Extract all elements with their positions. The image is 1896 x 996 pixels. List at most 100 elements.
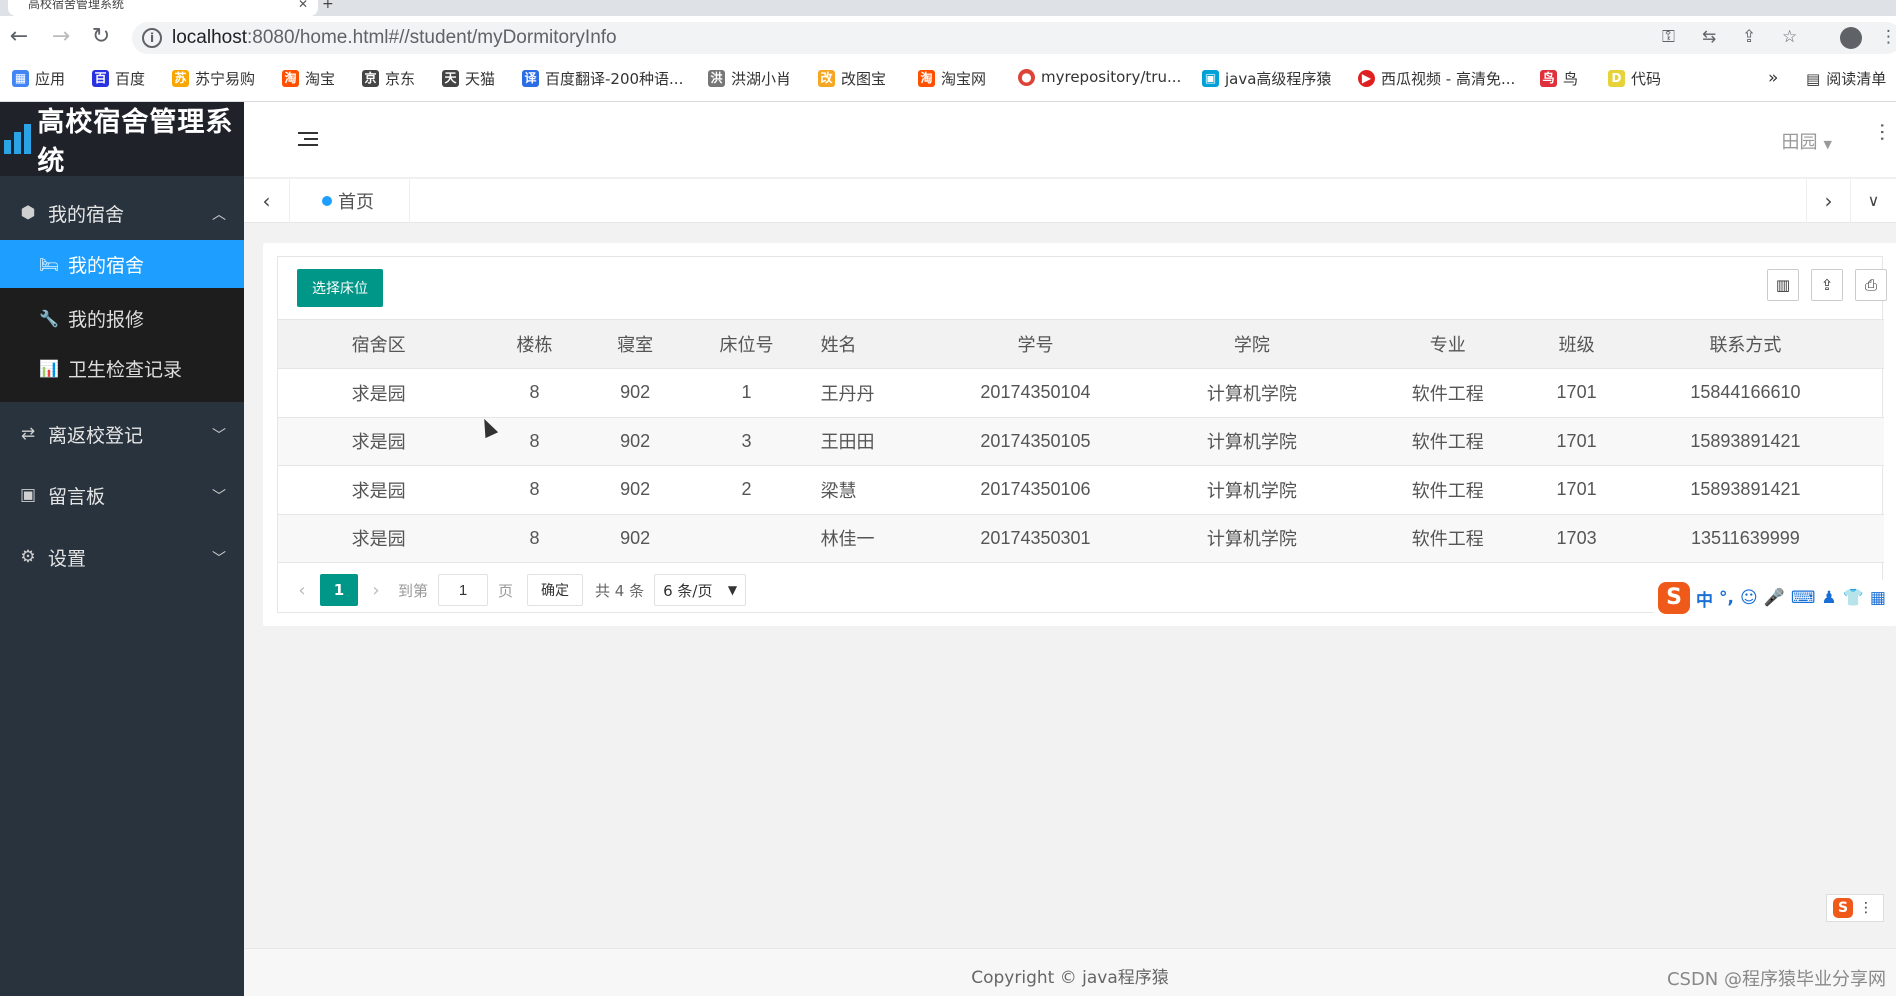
reading-list-icon: ▤ bbox=[1806, 69, 1821, 88]
share-icon[interactable]: ⇪ bbox=[1742, 27, 1756, 47]
wrench-icon: 🔧 bbox=[39, 308, 59, 328]
translate-icon: 译 bbox=[522, 70, 539, 87]
print-icon[interactable]: ⎙ bbox=[1855, 269, 1887, 301]
chevron-right-icon[interactable]: › bbox=[1806, 179, 1850, 223]
column-header[interactable]: 楼栋 bbox=[479, 320, 590, 369]
menu-group-my-dorm[interactable]: ⬢ 我的宿舍 ︿ bbox=[0, 184, 244, 242]
table-row[interactable]: 求是园 8 902 3 王田田 20174350105 计算机学院 软件工程 1… bbox=[278, 417, 1884, 466]
ime-mini-bar[interactable]: S ⋮ bbox=[1826, 894, 1884, 922]
column-header[interactable]: 学院 bbox=[1154, 320, 1350, 369]
bookmark-item[interactable]: ● myrepository/tru... bbox=[1018, 68, 1181, 86]
csdn-watermark: CSDN @程序猿毕业分享网 bbox=[1666, 969, 1886, 990]
goto-label: 到第 bbox=[398, 581, 429, 600]
column-header[interactable]: 床位号 bbox=[680, 320, 813, 369]
menu-group-settings[interactable]: ⚙ 设置 ﹀ bbox=[0, 528, 244, 586]
bookmark-favicon: D bbox=[1608, 70, 1625, 87]
key-icon[interactable]: ⚿ bbox=[1662, 27, 1675, 47]
user-menu[interactable]: 田园 ▼ bbox=[1782, 128, 1832, 154]
punctuation-icon[interactable]: °, bbox=[1719, 588, 1734, 608]
bookmark-item[interactable]: D 代码 bbox=[1608, 68, 1661, 89]
column-header[interactable]: 专业 bbox=[1349, 320, 1547, 369]
ime-logo[interactable]: S bbox=[1658, 582, 1690, 614]
sidebar-item-my-repair[interactable]: 🔧 我的报修 bbox=[0, 294, 244, 342]
browser-toolbar: ← → ↻ i localhost:8080/home.html#//stude… bbox=[0, 16, 1896, 60]
sidebar-toggle-icon[interactable] bbox=[298, 132, 318, 148]
ime-more-icon[interactable]: ⋮ bbox=[1859, 900, 1873, 916]
table-cell: 20174350105 bbox=[916, 417, 1155, 466]
bookmark-item[interactable]: 苏苏宁易购 bbox=[172, 68, 255, 89]
bookmark-item[interactable]: 百百度 bbox=[92, 68, 145, 89]
table-cell: 902 bbox=[589, 417, 681, 466]
bookmark-item[interactable]: ▣ java高级程序猿 bbox=[1202, 68, 1331, 89]
sidebar-item-label: 我的报修 bbox=[68, 308, 145, 331]
app-logo[interactable]: 高校宿舍管理系统 bbox=[0, 102, 244, 177]
menu-group-return-registration[interactable]: ⇄ 离返校登记 ﹀ bbox=[0, 405, 244, 463]
profile-avatar[interactable] bbox=[1840, 27, 1862, 49]
column-header[interactable]: 宿舍区 bbox=[278, 320, 480, 369]
column-header[interactable]: 寝室 bbox=[589, 320, 681, 369]
bookmark-item[interactable]: 鸟鸟 bbox=[1540, 68, 1578, 89]
bookmark-item[interactable]: 京京东 bbox=[362, 68, 415, 89]
bookmark-item[interactable]: 洪洪湖小肖 bbox=[708, 68, 791, 89]
bookmark-item[interactable]: 改改图宝 bbox=[818, 68, 886, 89]
bookmark-item[interactable]: ▦ 应用 bbox=[12, 68, 65, 89]
table-row[interactable]: 求是园 8 902 1 王丹丹 20174350104 计算机学院 软件工程 1… bbox=[278, 368, 1884, 418]
dorm-table-container: 选择床位 ▥ ⇪ ⎙ 宿舍区 楼栋 寝室 床位号 姓名 学号 学院 专业 班级 … bbox=[277, 256, 1887, 613]
ime-toolbar[interactable]: S 中 °, ☺ 🎤 ⌨ ♟ 👕 ▦ bbox=[1654, 580, 1896, 616]
skin-icon[interactable]: 👕 bbox=[1843, 588, 1864, 608]
sidebar-item-hygiene-check[interactable]: 📊 卫生检查记录 bbox=[0, 344, 244, 392]
microphone-icon[interactable]: 🎤 bbox=[1764, 588, 1785, 608]
goto-confirm-button[interactable]: 确定 bbox=[527, 574, 584, 606]
ime-mode-label[interactable]: 中 bbox=[1696, 586, 1713, 611]
back-icon[interactable]: ← bbox=[4, 22, 34, 52]
submenu: 🛏 我的宿舍 🔧 我的报修 📊 卫生检查记录 bbox=[0, 240, 244, 402]
user-icon[interactable]: ♟ bbox=[1821, 588, 1836, 608]
page-size-select[interactable]: 6 条/页 ▼ bbox=[654, 574, 747, 606]
goto-page-input[interactable] bbox=[438, 574, 489, 606]
star-icon[interactable]: ☆ bbox=[1782, 27, 1797, 47]
column-header[interactable]: 联系方式 bbox=[1606, 320, 1884, 369]
more-options-icon[interactable]: ⋯ bbox=[1871, 122, 1895, 142]
bookmark-item[interactable]: 淘淘宝网 bbox=[918, 68, 986, 89]
url-text[interactable]: localhost:8080/home.html#//student/myDor… bbox=[172, 27, 617, 49]
translate-icon[interactable]: ⇆ bbox=[1702, 27, 1716, 47]
chevron-down-icon: ﹀ bbox=[212, 489, 226, 505]
keyboard-icon[interactable]: ⌨ bbox=[1791, 588, 1816, 608]
chevron-down-icon[interactable]: ∨ bbox=[1850, 179, 1896, 223]
user-name: 田园 bbox=[1781, 132, 1818, 153]
table-row[interactable]: 求是园 8 902 林佳一 20174350301 计算机学院 软件工程 170… bbox=[278, 514, 1884, 563]
address-bar[interactable]: i localhost:8080/home.html#//student/myD… bbox=[132, 22, 1896, 54]
grid-icon[interactable]: ▦ bbox=[1870, 588, 1886, 608]
reload-icon[interactable]: ↻ bbox=[86, 22, 116, 52]
table-cell: 1701 bbox=[1546, 465, 1607, 515]
bookmark-item[interactable]: 译百度翻译-200种语... bbox=[522, 68, 683, 89]
column-header[interactable]: 班级 bbox=[1546, 320, 1607, 369]
menu-group-message-board[interactable]: ▣ 留言板 ﹀ bbox=[0, 466, 244, 524]
column-header[interactable]: 姓名 bbox=[812, 320, 917, 369]
close-tab-icon[interactable]: ✕ bbox=[298, 0, 308, 10]
export-icon[interactable]: ⇪ bbox=[1811, 269, 1843, 301]
chevron-left-icon[interactable]: ‹ bbox=[244, 179, 290, 223]
site-info-icon[interactable]: i bbox=[142, 28, 162, 48]
table-row[interactable]: 求是园 8 902 2 梁慧 20174350106 计算机学院 软件工程 17… bbox=[278, 465, 1884, 515]
tab-home[interactable]: 首页 bbox=[290, 179, 410, 223]
emoji-icon[interactable]: ☺ bbox=[1740, 588, 1758, 608]
choose-bed-button[interactable]: 选择床位 bbox=[297, 269, 383, 307]
bookmarks-overflow-icon[interactable]: » bbox=[1768, 68, 1778, 88]
forward-icon[interactable]: → bbox=[46, 22, 76, 52]
bookmark-item[interactable]: 淘淘宝 bbox=[282, 68, 335, 89]
new-tab-icon[interactable]: + bbox=[322, 0, 334, 12]
reading-list[interactable]: ▤ 阅读清单 bbox=[1806, 68, 1886, 89]
page-number-current[interactable]: 1 bbox=[320, 574, 358, 606]
next-page-icon[interactable]: › bbox=[358, 580, 394, 601]
bookmark-item[interactable]: 天天猫 bbox=[442, 68, 495, 89]
table-cell: 8 bbox=[479, 417, 590, 466]
taobao-icon: 淘 bbox=[282, 70, 299, 87]
browser-menu-icon[interactable]: ⋮ bbox=[1880, 27, 1896, 47]
prev-page-icon[interactable]: ‹ bbox=[284, 580, 320, 601]
column-filter-icon[interactable]: ▥ bbox=[1767, 269, 1799, 301]
browser-tab[interactable]: 高校宿舍管理系统 ✕ bbox=[8, 0, 318, 16]
column-header[interactable]: 学号 bbox=[916, 320, 1155, 369]
bookmark-item[interactable]: ▶ 西瓜视频 - 高清免... bbox=[1358, 68, 1515, 89]
sidebar-item-my-dorm[interactable]: 🛏 我的宿舍 bbox=[0, 240, 244, 288]
